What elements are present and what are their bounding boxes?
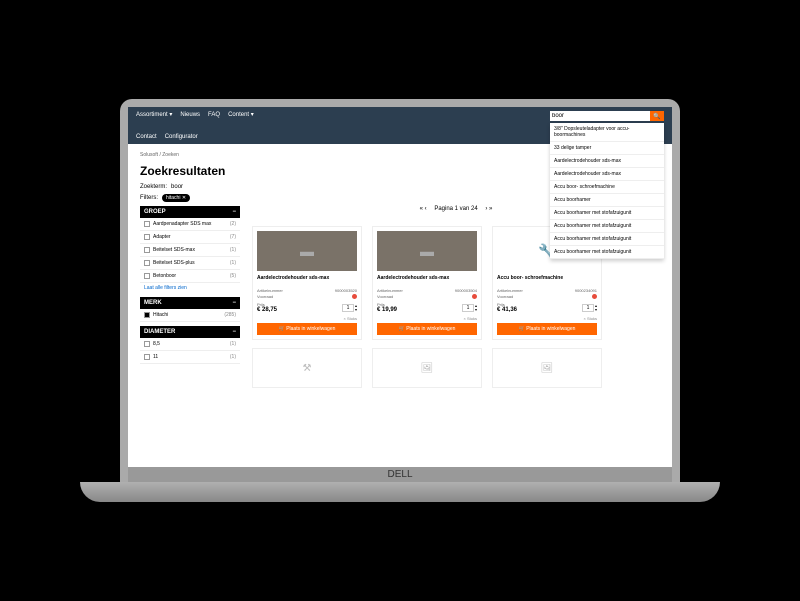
search-suggestions: 3/8" Dopsleuteladapter voor accu-boormac… [550,123,664,259]
product-image[interactable]: ⚒ [252,348,362,388]
add-to-cart-button[interactable]: Plaats in winkelwagen [257,323,357,335]
add-to-cart-button[interactable]: Plaats in winkelwagen [497,323,597,335]
collapse-icon: − [232,209,236,215]
product-card: ▬ Aardelectrodehouder sds-max Artikelnum… [372,226,482,340]
filter-item[interactable]: 11(1) [140,351,240,364]
nav-assortiment[interactable]: Assortiment ▾ [136,111,172,118]
suggestion-item[interactable]: 33 delige tamper [550,142,664,155]
product-card: ▬ Aardelectrodehouder sds-max Artikelnum… [252,226,362,340]
product-price: € 41,36 [497,307,517,313]
nav-configurator[interactable]: Configurator [165,134,198,140]
nav-nieuws[interactable]: Nieuws [180,112,200,118]
filter-sidebar: GROEP− Aardpenadapter SDS max(2) Adapter… [140,206,240,388]
product-name[interactable]: Accu boor- schroefmachine [497,275,597,285]
qty-down[interactable]: ▾ [355,308,357,312]
filter-item[interactable]: Aardpenadapter SDS max(2) [140,218,240,231]
qty-input[interactable] [462,304,474,312]
qty-down[interactable]: ▾ [475,308,477,312]
stock-indicator [352,294,357,299]
filter-item[interactable]: Beitelset SDS-max(1) [140,244,240,257]
checkbox-icon [144,341,150,347]
checkbox-icon [144,273,150,279]
product-image[interactable]: ▬ [377,231,477,271]
search-icon: 🔍 [653,114,660,120]
search-input[interactable] [550,111,650,121]
collapse-icon: − [232,329,236,335]
nav-faq[interactable]: FAQ [208,112,220,118]
suggestion-item[interactable]: Aardelectrodehouder sds-max [550,168,664,181]
nav-content[interactable]: Content ▾ [228,111,254,118]
filter-head-diameter[interactable]: DIAMETER− [140,326,240,338]
suggestion-item[interactable]: Accu boorhamer met stofafzuigunit [550,246,664,259]
product-price: € 19,99 [377,307,397,313]
checkbox-icon-checked [144,312,150,318]
product-name[interactable]: Aardelectrodehouder sds-max [377,275,477,285]
crumb-home[interactable]: Solusoft [140,152,158,158]
qty-input[interactable] [582,304,594,312]
suggestion-item[interactable]: 3/8" Dopsleuteladapter voor accu-boormac… [550,123,664,142]
qty-input[interactable] [342,304,354,312]
page-first[interactable]: « [420,206,423,212]
checkbox-icon [144,247,150,253]
page-prev[interactable]: ‹ [425,206,427,212]
filter-head-merk[interactable]: MERK− [140,297,240,309]
checkbox-icon [144,260,150,266]
page-info: Pagina 1 van 24 [434,206,477,212]
product-image-placeholder[interactable]: 🖼 [492,348,602,388]
product-price: € 28,75 [257,307,277,313]
nav-contact[interactable]: Contact [136,134,157,140]
suggestion-item[interactable]: Accu boorhamer [550,194,664,207]
term-label: Zoekterm: [140,184,167,190]
suggestion-item[interactable]: Accu boorhamer met stofafzuigunit [550,233,664,246]
filter-item[interactable]: 8,5(1) [140,338,240,351]
suggestion-item[interactable]: Accu boorhamer met stofafzuigunit [550,207,664,220]
filters-label: Filters: [140,195,158,201]
term-value: boor [171,184,183,190]
filter-pill[interactable]: hitachi ✕ [162,194,190,202]
filter-item[interactable]: Adapter(7) [140,231,240,244]
product-image-placeholder[interactable]: 🖼 [372,348,482,388]
product-name[interactable]: Aardelectrodehouder sds-max [257,275,357,285]
crumb-current: Zoeken [162,152,179,158]
checkbox-icon [144,354,150,360]
filter-head-groep[interactable]: GROEP− [140,206,240,218]
add-to-cart-button[interactable]: Plaats in winkelwagen [377,323,477,335]
dell-logo: DELL [128,467,672,482]
page-next[interactable]: › [485,206,487,212]
checkbox-icon [144,221,150,227]
search-box: 🔍 [550,111,664,121]
stock-indicator [472,294,477,299]
page-last[interactable]: » [489,206,492,212]
checkbox-icon [144,234,150,240]
see-all-filters[interactable]: Laat alle filters zien [140,283,240,293]
suggestion-item[interactable]: Aardelectrodehouder sds-max [550,155,664,168]
product-image[interactable]: ▬ [257,231,357,271]
stock-indicator [592,294,597,299]
suggestion-item[interactable]: Accu boorhamer met stofafzuigunit [550,220,664,233]
search-button[interactable]: 🔍 [650,111,664,121]
filter-item[interactable]: Beitelset SDS-plus(1) [140,257,240,270]
laptop-base [80,482,720,502]
filter-item[interactable]: Hitachi(285) [140,309,240,322]
qty-down[interactable]: ▾ [595,308,597,312]
suggestion-item[interactable]: Accu boor- schroefmachine [550,181,664,194]
collapse-icon: − [232,300,236,306]
filter-item[interactable]: Betonboor(5) [140,270,240,283]
